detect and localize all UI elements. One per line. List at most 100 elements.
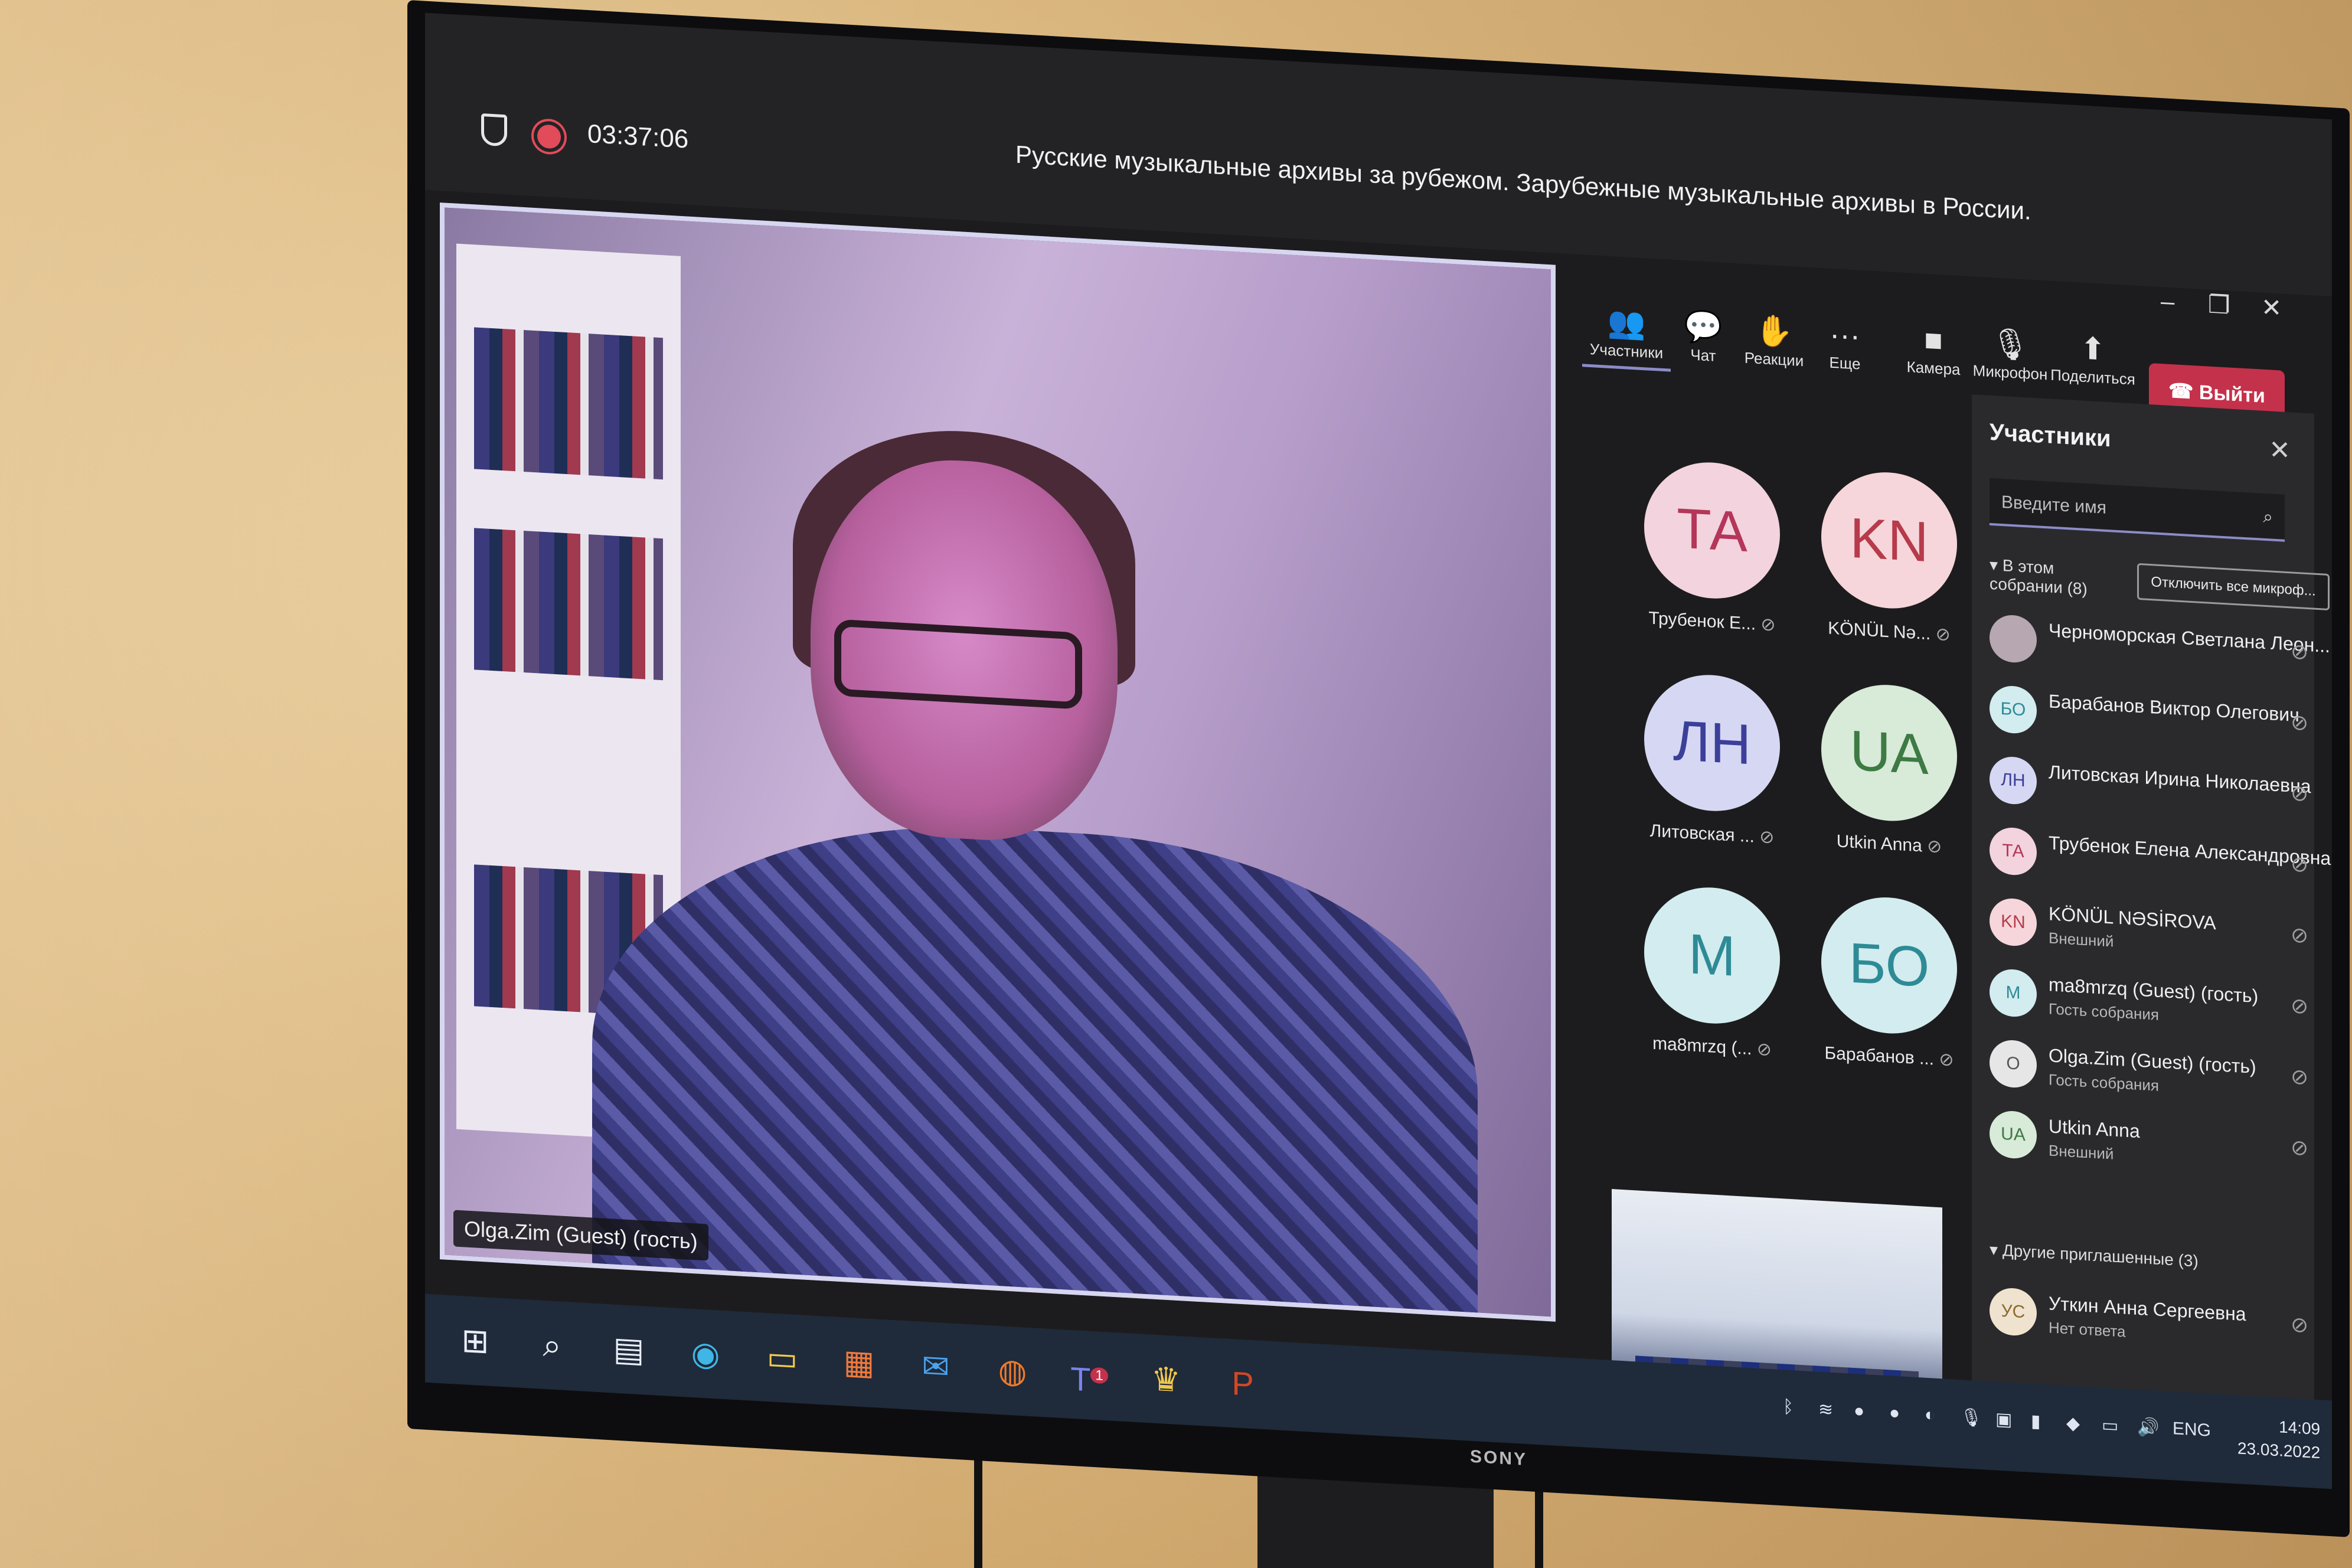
list-item[interactable]: УС Уткин Анна Сергеевна Нет ответа ⊘ xyxy=(1990,1281,2320,1364)
camera-button[interactable]: ■ Камера xyxy=(1889,319,1978,380)
list-item[interactable]: ТА Трубенок Елена Александровна ⊘ xyxy=(1990,821,2331,904)
avatar: ТА xyxy=(1990,826,2037,877)
share-icon: ⬆ xyxy=(2080,331,2106,367)
maximize-button[interactable]: ❐ xyxy=(2208,290,2230,320)
volume-icon[interactable]: 🔊 xyxy=(2137,1417,2159,1439)
close-panel-button[interactable]: ✕ xyxy=(2269,435,2291,466)
participant-status: Нет ответа xyxy=(2049,1318,2126,1341)
teams-meeting-window: 03:37:06 Русские музыкальные архивы за р… xyxy=(425,12,2332,1489)
tray-app-icon[interactable]: ▮ xyxy=(2031,1411,2041,1432)
crown-icon: ♛ xyxy=(1151,1360,1181,1399)
store-button[interactable]: ▦ xyxy=(832,1334,886,1390)
teams-badge: 1 xyxy=(1090,1367,1108,1384)
camera-label: Камера xyxy=(1906,357,1961,379)
file-explorer-button[interactable]: ▭ xyxy=(756,1330,809,1386)
participant-name: Utkin Anna xyxy=(1836,831,1922,856)
participant-tile[interactable]: ЛН Литовская ... ⊘ xyxy=(1629,671,1795,850)
mic-off-icon: 🎙 xyxy=(1990,326,2030,363)
list-item[interactable]: UA Utkin Anna Внешний ⊘ xyxy=(1990,1104,2320,1187)
reactions-label: Реакции xyxy=(1744,348,1804,370)
mail-icon: ✉ xyxy=(922,1347,950,1386)
mail-button[interactable]: ✉ xyxy=(909,1339,962,1395)
bluetooth-icon[interactable]: ᛒ xyxy=(1783,1397,1794,1417)
chevron-down-icon: ▾ xyxy=(1990,1240,2003,1260)
participant-tile[interactable]: KN KÖNÜL Nə... ⊘ xyxy=(1807,468,1972,647)
edge-icon: ◉ xyxy=(691,1334,720,1373)
participant-tile[interactable]: Mma8mrzq (... ⊘ xyxy=(1629,883,1795,1062)
chevron-down-icon: ▾ xyxy=(1990,555,2003,575)
tv-monitor: 03:37:06 Русские музыкальные архивы за р… xyxy=(407,0,2350,1537)
participant-search-input[interactable]: Введите имя ⌕ xyxy=(1990,478,2285,542)
in-meeting-label: В этом собрании (8) xyxy=(1990,556,2088,599)
invited-label: Другие приглашенные (3) xyxy=(2002,1241,2199,1270)
list-item[interactable]: KN KÖNÜL NƏSİROVA Внешний ⊘ xyxy=(1990,891,2320,975)
list-item[interactable]: БО Барабанов Виктор Олегович ⊘ xyxy=(1990,679,2320,762)
task-view-icon: ▤ xyxy=(613,1329,645,1369)
mic-off-icon[interactable]: ⊘ xyxy=(2291,1312,2308,1338)
tray-app-icon[interactable]: ▣ xyxy=(1995,1409,2012,1430)
tray-app-icon[interactable]: ● xyxy=(1889,1403,1900,1423)
firefox-button[interactable]: ◍ xyxy=(986,1343,1039,1399)
mute-all-button[interactable]: Отключить все микроф... xyxy=(2137,563,2330,611)
app-button[interactable]: ♛ xyxy=(1139,1351,1193,1407)
mic-off-icon[interactable]: ⊘ xyxy=(2291,1135,2308,1161)
participant-name: Литовская ... xyxy=(1649,821,1755,847)
folder-icon: ▭ xyxy=(766,1338,798,1377)
avatar: M xyxy=(1644,884,1780,1027)
task-view-button[interactable]: ▤ xyxy=(602,1321,655,1377)
shield-icon xyxy=(481,113,507,147)
windows-icon: ⊞ xyxy=(461,1321,489,1360)
microphone-button[interactable]: 🎙 Микрофон xyxy=(1966,324,2054,384)
mic-off-icon[interactable]: ⊘ xyxy=(2291,780,2308,806)
mic-off-icon[interactable]: ⊘ xyxy=(2291,639,2308,665)
share-button[interactable]: ⬆ Поделиться xyxy=(2049,328,2137,388)
participant-name: Барабанов Виктор Олегович xyxy=(2049,690,2299,726)
more-button[interactable]: ··· Еще xyxy=(1801,314,1889,375)
main-video-feed[interactable]: Olga.Zim (Guest) (гость) xyxy=(440,202,1556,1322)
participant-tile[interactable]: ТА Трубенок Е... ⊘ xyxy=(1629,458,1795,637)
edge-button[interactable]: ◉ xyxy=(679,1326,732,1382)
avatar: UA xyxy=(1990,1109,2037,1160)
people-icon: 👥 xyxy=(1607,305,1646,342)
search-button[interactable]: ⌕ xyxy=(525,1317,579,1373)
start-button[interactable]: ⊞ xyxy=(449,1313,502,1369)
participants-button[interactable]: 👥 Участники xyxy=(1582,302,1671,372)
store-icon: ▦ xyxy=(843,1342,875,1382)
avatar: ТА xyxy=(1644,459,1780,602)
avatar: O xyxy=(1990,1038,2037,1089)
search-icon: ⌕ xyxy=(2263,507,2273,527)
minimize-button[interactable]: – xyxy=(2161,287,2174,316)
taskbar-clock[interactable]: 14:09 23.03.2022 xyxy=(2237,1413,2320,1465)
list-item[interactable]: Mma8mrzq (Guest) (гость) Гость собрания ⊘ xyxy=(1990,962,2320,1046)
tray-app-icon[interactable]: ● xyxy=(1854,1401,1864,1422)
book-row xyxy=(474,528,663,681)
mic-tray-icon[interactable]: 🎙 xyxy=(1960,1407,1982,1429)
close-window-button[interactable]: ✕ xyxy=(2261,293,2282,323)
phone-icon: ☎ xyxy=(2168,379,2199,404)
participant-tile[interactable]: БО Барабанов ... ⊘ xyxy=(1807,893,1972,1072)
network-icon[interactable]: ≋ xyxy=(1818,1399,1833,1420)
list-item[interactable]: O Olga.Zim (Guest) (гость) Гость собрания ⊘ xyxy=(1990,1033,2320,1116)
teams-button[interactable]: T1 xyxy=(1063,1347,1116,1403)
mic-off-icon[interactable]: ⊘ xyxy=(2291,993,2308,1019)
in-meeting-section-header[interactable]: ▾ В этом собрании (8) xyxy=(1990,555,2131,601)
list-item[interactable]: ЛН Литовская Ирина Николаевна ⊘ xyxy=(1990,750,2320,833)
invited-section-header[interactable]: ▾ Другие приглашенные (3) xyxy=(1990,1240,2199,1271)
tray-app-icon[interactable]: ◆ xyxy=(2066,1413,2080,1434)
more-icon: ··· xyxy=(1830,317,1860,354)
brand-logo: SONY xyxy=(1470,1446,1528,1470)
mic-off-icon[interactable]: ⊘ xyxy=(2291,710,2308,736)
tray-app-icon[interactable]: ◐ xyxy=(1925,1405,1935,1426)
language-indicator[interactable]: ENG xyxy=(2173,1419,2211,1441)
participant-tile[interactable]: UA Utkin Anna ⊘ xyxy=(1807,681,1972,860)
mic-off-icon[interactable]: ⊘ xyxy=(2291,922,2308,948)
participant-name: KÖNÜL Nə... xyxy=(1828,618,1931,644)
teams-icon: T xyxy=(1070,1360,1091,1399)
powerpoint-button[interactable]: P xyxy=(1216,1356,1269,1412)
avatar: УС xyxy=(1990,1286,2037,1337)
battery-icon[interactable]: ▭ xyxy=(2102,1415,2118,1436)
chat-label: Чат xyxy=(1690,345,1716,365)
mic-off-icon[interactable]: ⊘ xyxy=(2291,851,2308,877)
list-item[interactable]: Черноморская Светлана Леон... ⊘ xyxy=(1990,608,2330,691)
mic-off-icon[interactable]: ⊘ xyxy=(2291,1064,2308,1090)
